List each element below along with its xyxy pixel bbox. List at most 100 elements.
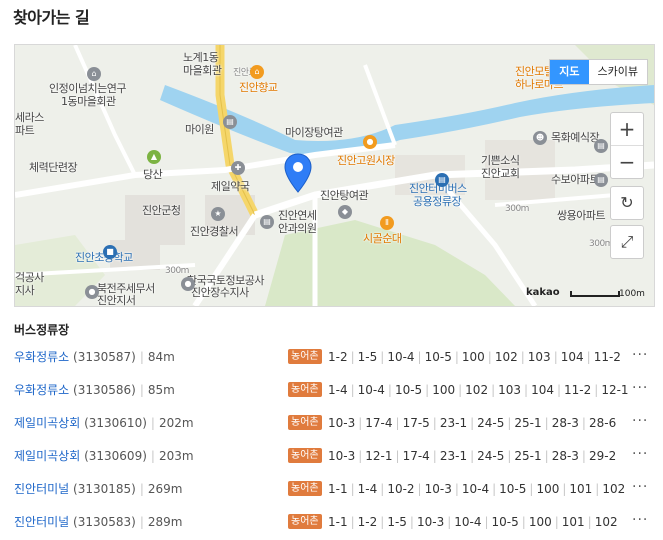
- more-routes-button[interactable]: ···: [632, 478, 648, 496]
- more-routes-button[interactable]: ···: [632, 412, 648, 430]
- route-number[interactable]: 102: [602, 482, 625, 496]
- route-number[interactable]: 29-2: [589, 449, 616, 463]
- bus-stop-name-link[interactable]: 우화정류소: [14, 383, 69, 397]
- bus-stop-name-link[interactable]: 제일미곡상회: [14, 416, 80, 430]
- map-label: 진안모텔: [515, 65, 554, 78]
- map-type-skyview-button[interactable]: 스카이뷰: [589, 60, 647, 84]
- route-number[interactable]: 28-3: [552, 416, 579, 430]
- market-icon: ●: [363, 135, 377, 149]
- route-divider: |: [358, 416, 363, 430]
- bus-stop-name-link[interactable]: 우화정류소: [14, 350, 69, 364]
- zoom-control[interactable]: + −: [610, 112, 644, 179]
- route-type-badge: 농어촌: [288, 448, 322, 463]
- route-number[interactable]: 102: [495, 350, 518, 364]
- route-number[interactable]: 1-2: [328, 350, 348, 364]
- route-number[interactable]: 10-5: [492, 515, 519, 529]
- route-number[interactable]: 24-5: [477, 449, 504, 463]
- route-number[interactable]: 1-4: [358, 482, 378, 496]
- bus-stop-row: 진안터미널 (3130583) | 289m 농어촌 1-1 | 1-2 | 1-5 | 10-3 |…: [14, 511, 654, 531]
- route-number[interactable]: 1-1: [328, 482, 348, 496]
- zoom-out-button[interactable]: −: [611, 146, 643, 178]
- route-number[interactable]: 10-4: [454, 515, 481, 529]
- route-number[interactable]: 10-3: [328, 416, 355, 430]
- divider: |: [139, 383, 144, 397]
- route-divider: |: [553, 350, 558, 364]
- bus-stop-name-link[interactable]: 진안터미널: [14, 482, 69, 496]
- route-divider: |: [492, 482, 497, 496]
- zoom-in-button[interactable]: +: [611, 113, 643, 145]
- route-number[interactable]: 10-4: [387, 350, 414, 364]
- route-number[interactable]: 1-2: [358, 515, 378, 529]
- route-number[interactable]: 25-1: [514, 449, 541, 463]
- route-list: 10-3 | 12-1 | 17-4 | 23-1 | 24-5 | 25-1 | 28-3 | 29-2: [328, 447, 616, 465]
- route-number[interactable]: 101: [569, 482, 592, 496]
- route-divider: |: [556, 383, 562, 397]
- map-label: 시골순대: [363, 232, 402, 245]
- route-number[interactable]: 1-1: [328, 515, 348, 529]
- route-number[interactable]: 25-1: [514, 416, 541, 430]
- fullscreen-button[interactable]: ⤢: [610, 225, 644, 259]
- map-view[interactable]: 노계1동 마을회관 인정이넘치는연구 1동마을회관 진안향교 마이원 진안모텔 …: [14, 44, 655, 307]
- route-number[interactable]: 23-1: [440, 416, 467, 430]
- route-divider: |: [544, 416, 549, 430]
- route-number[interactable]: 10-2: [387, 482, 414, 496]
- route-number[interactable]: 1-5: [358, 350, 378, 364]
- route-number[interactable]: 102: [595, 515, 618, 529]
- map-label: 걱공사: [15, 271, 44, 284]
- scale-bar: [570, 291, 620, 297]
- route-number[interactable]: 10-4: [358, 383, 385, 397]
- route-divider: |: [470, 449, 475, 463]
- route-number[interactable]: 104: [531, 383, 554, 397]
- route-number[interactable]: 1-4: [328, 383, 348, 397]
- route-number[interactable]: 28-3: [552, 449, 579, 463]
- route-number[interactable]: 10-5: [499, 482, 526, 496]
- route-divider: |: [491, 383, 496, 397]
- route-number[interactable]: 10-4: [462, 482, 489, 496]
- route-number[interactable]: 17-4: [365, 416, 392, 430]
- route-number[interactable]: 28-6: [589, 416, 616, 430]
- route-number[interactable]: 24-5: [477, 416, 504, 430]
- poi-icon: ◆: [338, 205, 352, 219]
- route-divider: |: [358, 449, 363, 463]
- more-routes-button[interactable]: ···: [632, 379, 648, 397]
- route-number[interactable]: 17-4: [403, 449, 430, 463]
- route-number[interactable]: 11-2: [594, 350, 621, 364]
- map-label: 기쁜소식: [481, 154, 520, 167]
- route-number[interactable]: 10-3: [417, 515, 444, 529]
- route-number[interactable]: 11-2: [564, 383, 591, 397]
- location-pin-icon[interactable]: [283, 152, 313, 194]
- route-number[interactable]: 10-3: [328, 449, 355, 463]
- map-label: 1동마을회관: [61, 95, 116, 108]
- route-number[interactable]: 23-1: [440, 449, 467, 463]
- route-number[interactable]: 100: [536, 482, 559, 496]
- route-number[interactable]: 10-5: [395, 383, 422, 397]
- bus-stop-row: 제일미곡상회 (3130609) | 203m 농어촌 10-3 | 12-1 | 17-4 | 2…: [14, 445, 654, 465]
- map-type-map-button[interactable]: 지도: [550, 60, 589, 84]
- route-number[interactable]: 10-5: [425, 350, 452, 364]
- route-number[interactable]: 101: [562, 515, 585, 529]
- route-number[interactable]: 100: [529, 515, 552, 529]
- route-number[interactable]: 12-1: [601, 383, 628, 397]
- bus-stop-id: (3130609): [84, 449, 147, 463]
- route-number[interactable]: 17-5: [403, 416, 430, 430]
- bus-stop-name-link[interactable]: 진안터미널: [14, 515, 69, 529]
- route-number[interactable]: 102: [465, 383, 488, 397]
- more-routes-button[interactable]: ···: [632, 445, 648, 463]
- route-number[interactable]: 12-1: [365, 449, 392, 463]
- more-routes-button[interactable]: ···: [632, 346, 648, 364]
- more-routes-button[interactable]: ···: [632, 511, 648, 529]
- refresh-button[interactable]: ↻: [610, 186, 644, 220]
- route-number[interactable]: 104: [561, 350, 584, 364]
- route-number[interactable]: 103: [528, 350, 551, 364]
- route-divider: |: [520, 350, 525, 364]
- map-label: 300m: [165, 266, 189, 276]
- route-divider: |: [350, 482, 355, 496]
- bus-stop-name-link[interactable]: 제일미곡상회: [14, 449, 80, 463]
- map-type-toggle[interactable]: 지도 스카이뷰: [549, 59, 648, 85]
- route-number[interactable]: 103: [498, 383, 521, 397]
- route-number[interactable]: 1-5: [387, 515, 407, 529]
- route-number[interactable]: 10-3: [425, 482, 452, 496]
- route-number[interactable]: 100: [462, 350, 485, 364]
- police-icon: ★: [211, 207, 225, 221]
- route-number[interactable]: 100: [432, 383, 455, 397]
